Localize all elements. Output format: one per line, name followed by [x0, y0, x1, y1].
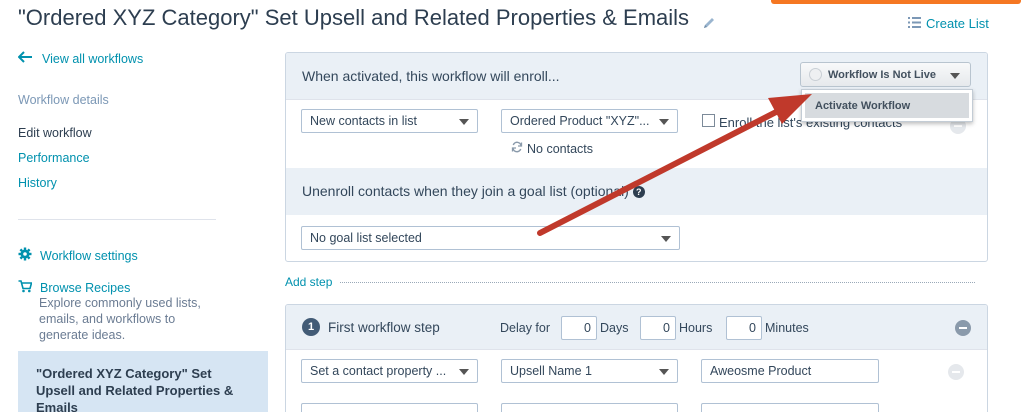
top-action-button[interactable]: [771, 0, 1021, 4]
pencil-icon[interactable]: [701, 11, 717, 29]
remove-step-icon[interactable]: [955, 320, 971, 336]
unenroll-band: Unenroll contacts when they join a goal …: [286, 168, 987, 215]
delay-hours-input[interactable]: 0: [640, 316, 676, 340]
no-contacts-status: No contacts: [511, 141, 593, 156]
step-header: 1 First workflow step Delay for 0 Days 0…: [286, 305, 987, 350]
goal-list-select[interactable]: No goal list selected: [301, 226, 680, 250]
sidebar-item-history[interactable]: History: [18, 176, 57, 190]
workflow-settings-link[interactable]: Workflow settings: [18, 247, 138, 264]
browse-recipes-label: Browse Recipes: [40, 281, 131, 295]
next-action-select[interactable]: [301, 403, 478, 412]
unenroll-heading-text: Unenroll contacts when they join a goal …: [302, 183, 629, 199]
hours-label: Hours: [679, 321, 713, 335]
current-workflow-card[interactable]: "Ordered XYZ Category" Set Upsell and Re…: [18, 351, 268, 412]
remove-action-icon[interactable]: [948, 364, 964, 380]
help-icon[interactable]: ?: [632, 186, 645, 198]
goal-list-value: No goal list selected: [310, 231, 422, 245]
step-action-select[interactable]: Set a contact property ...: [301, 359, 478, 383]
step-action-value: Set a contact property ...: [310, 364, 447, 378]
delay-days-input[interactable]: 0: [561, 316, 597, 340]
view-all-workflows-link[interactable]: View all workflows: [17, 51, 144, 66]
sidebar-divider: [18, 219, 216, 220]
next-property-select[interactable]: [501, 403, 678, 412]
add-step-divider: [340, 282, 975, 283]
page-title-text: "Ordered XYZ Category" Set Upsell and Re…: [18, 5, 690, 30]
gear-icon: [18, 247, 32, 264]
view-all-label: View all workflows: [42, 51, 144, 66]
sidebar-item-performance[interactable]: Performance: [18, 151, 90, 165]
delay-minutes-input[interactable]: 0: [726, 316, 762, 340]
enroll-list-select[interactable]: Ordered Product "XYZ"...: [501, 109, 678, 133]
recipes-description: Explore commonly used lists, emails, and…: [39, 296, 201, 342]
next-value-input[interactable]: [701, 403, 879, 412]
chevron-down-icon: [659, 369, 669, 375]
chevron-down-icon: [659, 119, 669, 125]
cart-icon: [18, 280, 33, 296]
step-number-badge: 1: [302, 318, 320, 336]
chevron-down-icon: [459, 119, 469, 125]
workflow-status-button[interactable]: Workflow Is Not Live: [800, 62, 971, 87]
property-value-input[interactable]: Aweosme Product: [701, 359, 879, 383]
minutes-label: Minutes: [765, 321, 809, 335]
status-dropdown-menu: Activate Workflow: [801, 89, 973, 122]
unenroll-heading: Unenroll contacts when they join a goal …: [302, 183, 645, 199]
refresh-icon: [511, 141, 523, 156]
no-contacts-label: No contacts: [527, 141, 594, 156]
enroll-criteria-value: New contacts in list: [310, 114, 417, 128]
step-property-select[interactable]: Upsell Name 1: [501, 359, 678, 383]
enroll-list-value: Ordered Product "XYZ"...: [510, 114, 650, 128]
step-title: First workflow step: [328, 320, 440, 335]
enroll-heading: When activated, this workflow will enrol…: [302, 68, 560, 84]
browse-recipes-link[interactable]: Browse Recipes: [18, 280, 130, 296]
add-step-link[interactable]: Add step: [285, 275, 332, 289]
status-toggle-icon: [809, 68, 822, 81]
create-list-label: Create List: [926, 16, 989, 31]
enroll-criteria-select[interactable]: New contacts in list: [301, 109, 478, 133]
workflow-details-heading: Workflow details: [18, 93, 109, 107]
page-title: "Ordered XYZ Category" Set Upsell and Re…: [18, 5, 717, 31]
chevron-down-icon: [459, 369, 469, 375]
chevron-down-icon: [661, 236, 671, 242]
sidebar-item-edit-workflow[interactable]: Edit workflow: [18, 126, 92, 140]
back-arrow-icon: [17, 51, 34, 66]
delay-label: Delay for: [500, 321, 551, 335]
workflow-step-panel: 1 First workflow step Delay for 0 Days 0…: [285, 304, 988, 412]
create-list-link[interactable]: Create List: [908, 16, 989, 31]
chevron-down-icon: [950, 73, 960, 79]
days-label: Days: [600, 321, 629, 335]
enroll-existing-checkbox[interactable]: [702, 114, 715, 127]
workflow-status-label: Workflow Is Not Live: [828, 68, 936, 81]
workflow-settings-label: Workflow settings: [40, 248, 138, 263]
step-property-value: Upsell Name 1: [510, 364, 592, 378]
list-icon: [908, 16, 921, 31]
activate-workflow-menu-item[interactable]: Activate Workflow: [805, 93, 969, 118]
